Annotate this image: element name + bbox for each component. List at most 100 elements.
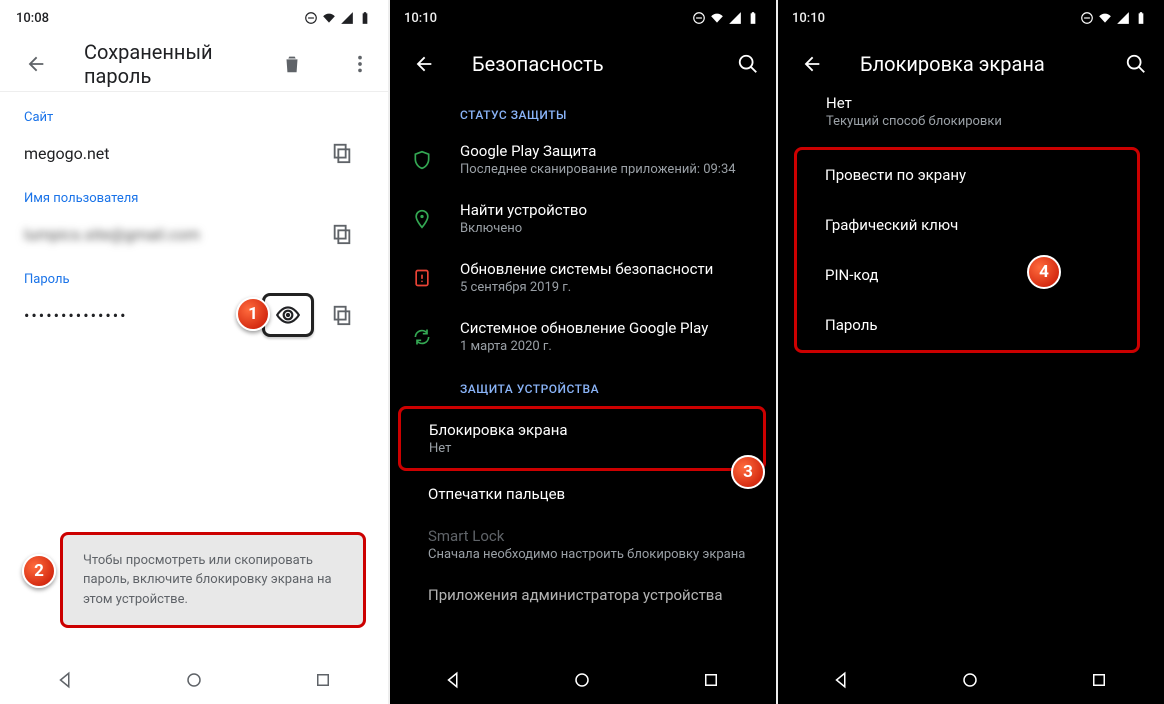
status-time: 10:08 bbox=[16, 11, 49, 26]
item-secondary: Включено bbox=[460, 221, 756, 236]
status-icons bbox=[692, 11, 760, 25]
item-secondary: Сначала необходимо настроить блокировку … bbox=[428, 547, 756, 562]
page-title: Безопасность bbox=[472, 52, 700, 76]
section-device-label: ЗАЩИТА УСТРОЙСТВА bbox=[388, 366, 776, 404]
screen-lock-options: 10:10 Блокировка экрана Нет Текущий спос… bbox=[776, 0, 1164, 704]
copy-site-button[interactable] bbox=[320, 131, 364, 175]
item-primary: Отпечатки пальцев bbox=[428, 485, 756, 503]
back-button[interactable] bbox=[404, 44, 444, 84]
item-find-device[interactable]: Найти устройство Включено bbox=[388, 189, 776, 248]
item-primary: Найти устройство bbox=[460, 201, 756, 219]
back-button[interactable] bbox=[16, 44, 56, 84]
app-bar: Сохраненный пароль bbox=[0, 36, 388, 92]
username-field: Имя пользователя lumpics.site@gmail.com bbox=[0, 181, 388, 262]
search-button[interactable] bbox=[728, 44, 768, 84]
app-bar: Блокировка экрана bbox=[776, 36, 1164, 92]
delete-button[interactable] bbox=[272, 44, 312, 84]
page-title: Блокировка экрана bbox=[860, 52, 1088, 76]
search-button[interactable] bbox=[1116, 44, 1156, 84]
battery-icon bbox=[746, 11, 760, 25]
current-lock[interactable]: Нет Текущий способ блокировки bbox=[776, 92, 1164, 141]
toast-message: Чтобы просмотреть или скопировать пароль… bbox=[60, 532, 366, 629]
screen-saved-password: 10:08 Сохраненный пароль Сайт bbox=[0, 0, 388, 704]
page-title: Сохраненный пароль bbox=[84, 40, 244, 88]
app-bar: Безопасность bbox=[388, 36, 776, 92]
option-pin[interactable]: PIN-код bbox=[797, 250, 1137, 300]
callout-2: 2 bbox=[22, 554, 56, 588]
wifi-icon bbox=[322, 11, 336, 25]
signal-icon bbox=[340, 11, 354, 25]
item-primary: Google Play Защита bbox=[460, 142, 756, 160]
item-secondary: Нет bbox=[429, 441, 743, 456]
current-primary: Нет bbox=[826, 94, 1144, 112]
status-time: 10:10 bbox=[404, 11, 437, 26]
dnd-icon bbox=[304, 11, 318, 25]
item-primary: Системное обновление Google Play bbox=[460, 319, 756, 337]
battery-icon bbox=[358, 11, 372, 25]
option-pattern[interactable]: Графический ключ bbox=[797, 200, 1137, 250]
dnd-icon bbox=[692, 11, 706, 25]
item-primary: Smart Lock bbox=[428, 527, 756, 545]
status-bar: 10:10 bbox=[388, 0, 776, 36]
shield-icon bbox=[408, 150, 436, 170]
option-swipe[interactable]: Провести по экрану bbox=[797, 150, 1137, 200]
nav-home[interactable] bbox=[950, 660, 990, 700]
nav-recent[interactable] bbox=[1079, 660, 1119, 700]
screen-security: 10:10 Безопасность СТАТУС ЗАЩИТЫ Google … bbox=[388, 0, 776, 704]
username-label: Имя пользователя bbox=[24, 191, 364, 206]
back-button[interactable] bbox=[792, 44, 832, 84]
username-value: lumpics.site@gmail.com bbox=[24, 225, 200, 244]
nav-bar bbox=[776, 656, 1164, 704]
signal-icon bbox=[728, 11, 742, 25]
nav-back[interactable] bbox=[45, 660, 85, 700]
callout-3: 3 bbox=[731, 455, 765, 489]
nav-bar bbox=[388, 656, 776, 704]
item-play-protect[interactable]: Google Play Защита Последнее сканировани… bbox=[388, 130, 776, 189]
site-value: megogo.net bbox=[24, 144, 110, 163]
item-fingerprints[interactable]: Отпечатки пальцев bbox=[388, 473, 776, 515]
item-security-update[interactable]: Обновление системы безопасности 5 сентяб… bbox=[388, 248, 776, 307]
battery-icon bbox=[1134, 11, 1148, 25]
item-secondary: 5 сентября 2019 г. bbox=[460, 280, 756, 295]
section-status-label: СТАТУС ЗАЩИТЫ bbox=[388, 92, 776, 130]
screen-lock-highlight: Блокировка экрана Нет bbox=[398, 406, 766, 471]
nav-bar bbox=[0, 656, 388, 704]
nav-home[interactable] bbox=[174, 660, 214, 700]
site-label: Сайт bbox=[24, 110, 364, 125]
nav-recent[interactable] bbox=[303, 660, 343, 700]
current-secondary: Текущий способ блокировки bbox=[826, 114, 1144, 129]
status-bar: 10:10 bbox=[776, 0, 1164, 36]
item-primary: Блокировка экрана bbox=[429, 421, 743, 439]
item-device-admin[interactable]: Приложения администратора устройства bbox=[388, 574, 776, 616]
screen-divider bbox=[388, 0, 390, 704]
wifi-icon bbox=[710, 11, 724, 25]
status-bar: 10:08 bbox=[0, 0, 388, 36]
dnd-icon bbox=[1080, 11, 1094, 25]
site-field: Сайт megogo.net bbox=[0, 100, 388, 181]
alert-icon bbox=[408, 268, 436, 288]
refresh-icon bbox=[408, 327, 436, 347]
signal-icon bbox=[1116, 11, 1130, 25]
copy-username-button[interactable] bbox=[320, 212, 364, 256]
callout-4: 4 bbox=[1027, 255, 1061, 289]
item-primary: Приложения администратора устройства bbox=[428, 586, 756, 604]
item-screen-lock[interactable]: Блокировка экрана Нет bbox=[401, 409, 763, 468]
more-button[interactable] bbox=[340, 44, 380, 84]
password-label: Пароль bbox=[24, 272, 364, 287]
item-secondary: Последнее сканирование приложений: 09:34 bbox=[460, 162, 756, 177]
nav-back[interactable] bbox=[433, 660, 473, 700]
nav-back[interactable] bbox=[821, 660, 861, 700]
option-password[interactable]: Пароль bbox=[797, 300, 1137, 350]
lock-options-highlight: Провести по экрану Графический ключ PIN-… bbox=[794, 147, 1140, 353]
screen-divider bbox=[776, 0, 778, 704]
status-icons bbox=[1080, 11, 1148, 25]
nav-recent[interactable] bbox=[691, 660, 731, 700]
password-value: •••••••••••••• bbox=[24, 306, 128, 325]
wifi-icon bbox=[1098, 11, 1112, 25]
copy-password-button[interactable] bbox=[320, 293, 364, 337]
item-secondary: 1 марта 2020 г. bbox=[460, 339, 756, 354]
item-smart-lock: Smart Lock Сначала необходимо настроить … bbox=[388, 515, 776, 574]
location-icon bbox=[408, 209, 436, 229]
nav-home[interactable] bbox=[562, 660, 602, 700]
item-play-system-update[interactable]: Системное обновление Google Play 1 марта… bbox=[388, 307, 776, 366]
